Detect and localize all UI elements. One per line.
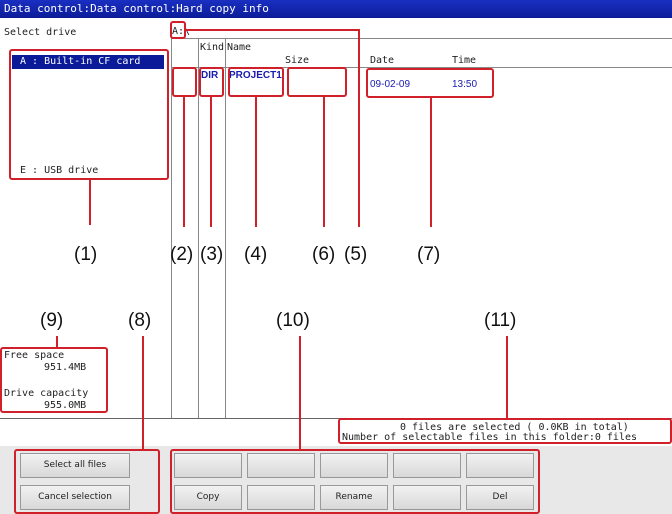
annotation-leader-11 [506, 336, 508, 418]
annotation-box-9 [0, 347, 108, 413]
annotation-leader-6 [323, 97, 325, 227]
annotation-leader-5b [358, 29, 360, 227]
annotation-leader-5a [186, 29, 360, 31]
path-divider [171, 38, 672, 39]
annotation-box-1 [9, 49, 169, 180]
select-drive-heading: Select drive [4, 27, 77, 38]
column-size[interactable]: Size [285, 55, 309, 66]
annotation-box-4 [228, 67, 284, 97]
callout-8: (8) [128, 310, 152, 331]
callout-4: (4) [244, 244, 268, 265]
annotation-leader-8 [142, 336, 144, 449]
callout-9: (9) [40, 310, 64, 331]
annotation-leader-7 [430, 98, 432, 227]
annotation-box-10 [170, 449, 540, 514]
annotation-box-5 [170, 21, 186, 39]
annotation-leader-1 [89, 180, 91, 225]
annotation-leader-4 [255, 97, 257, 227]
column-date[interactable]: Date [370, 55, 394, 66]
callout-3: (3) [200, 244, 224, 265]
callout-5: (5) [344, 244, 368, 265]
annotation-box-8 [14, 449, 160, 514]
column-name[interactable]: Name [227, 42, 251, 53]
annotation-leader-9 [56, 336, 58, 347]
column-kind[interactable]: Kind [200, 42, 224, 53]
callout-6: (6) [312, 244, 336, 265]
annotation-leader-2 [183, 97, 185, 227]
callout-1: (1) [74, 244, 98, 265]
callout-2: (2) [170, 244, 194, 265]
annotation-box-11 [338, 418, 672, 444]
annotation-leader-3 [210, 97, 212, 227]
column-time[interactable]: Time [452, 55, 476, 66]
annotation-box-7 [366, 68, 494, 98]
callout-10: (10) [276, 310, 310, 331]
window-title: Data control:Data control:Hard copy info [0, 0, 672, 18]
callout-11: (11) [484, 310, 517, 331]
annotation-box-3 [199, 67, 224, 97]
callout-7: (7) [417, 244, 441, 265]
annotation-box-2 [172, 67, 197, 97]
annotation-leader-10 [299, 336, 301, 449]
annotation-box-6 [287, 67, 347, 97]
